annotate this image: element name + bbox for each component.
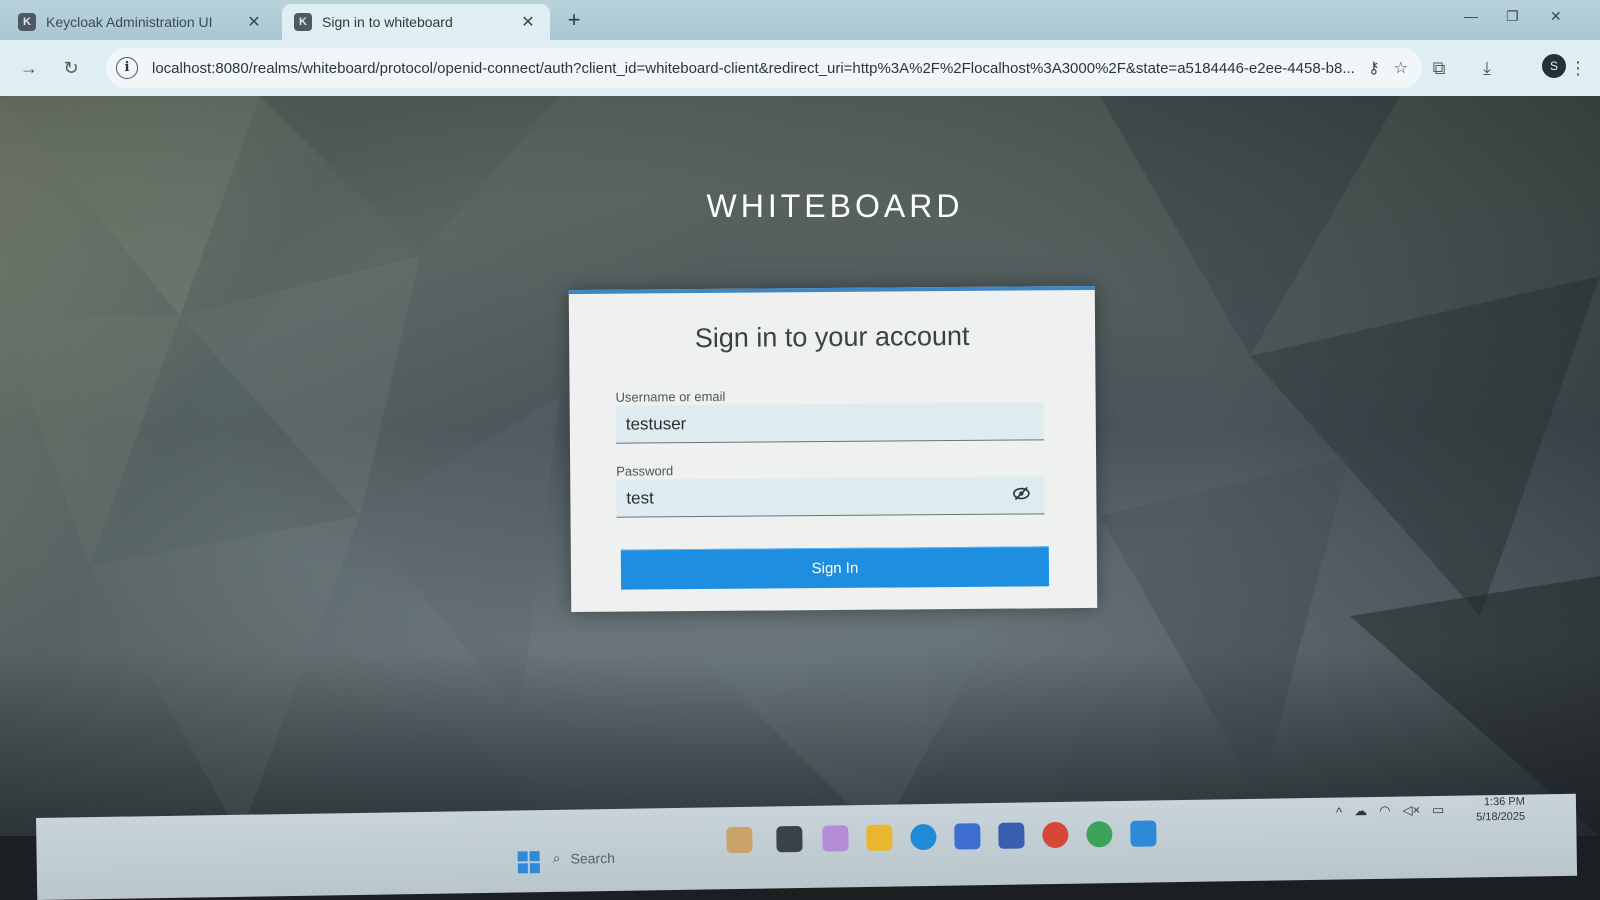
microsoft-store-icon[interactable] <box>954 823 981 850</box>
chrome-profile-icon[interactable] <box>1086 821 1113 848</box>
chrome-icon[interactable] <box>1042 821 1069 849</box>
address-bar[interactable]: i localhost:8080/realms/whiteboard/proto… <box>106 48 1422 88</box>
realm-brand-title: WHITEBOARD <box>706 188 964 224</box>
login-page: WHITEBOARD Sign in to your account Usern… <box>0 96 1600 836</box>
taskbar-clock[interactable]: 1:36 PM 5/18/2025 <box>1476 795 1525 826</box>
clock-date: 5/18/2025 <box>1476 810 1526 824</box>
vscode-icon[interactable] <box>1130 820 1157 847</box>
tab-title: Sign in to whiteboard <box>322 14 453 30</box>
copilot-icon[interactable] <box>822 825 849 852</box>
windows-start-icon[interactable] <box>517 850 541 874</box>
tab-sign-in-whiteboard[interactable]: K Sign in to whiteboard ✕ <box>282 4 550 40</box>
close-window-icon[interactable]: ✕ <box>1550 8 1562 25</box>
wifi-icon[interactable]: ◠ <box>1379 803 1391 819</box>
edge-browser-icon[interactable] <box>910 823 937 851</box>
chevron-up-icon[interactable]: ^ <box>1336 804 1342 819</box>
menu-kebab-icon[interactable]: ⋮ <box>1566 53 1590 83</box>
password-key-icon[interactable]: ⚷ <box>1368 58 1380 78</box>
extensions-icon[interactable]: ⧉ <box>1424 53 1454 83</box>
login-card: Sign in to your account Username or emai… <box>568 285 1098 613</box>
tab-keycloak-admin[interactable]: K Keycloak Administration UI ✕ <box>6 4 276 40</box>
password-field[interactable]: test <box>616 476 1045 518</box>
new-tab-button[interactable]: + <box>560 6 588 34</box>
close-tab-icon[interactable]: ✕ <box>518 12 538 32</box>
file-explorer-icon[interactable] <box>866 824 893 851</box>
task-view-icon[interactable] <box>776 825 803 853</box>
search-icon: ⌕ <box>552 849 561 866</box>
browser-toolbar: → ↻ i localhost:8080/realms/whiteboard/p… <box>0 40 1600 96</box>
url-text[interactable]: localhost:8080/realms/whiteboard/protoco… <box>152 60 1354 77</box>
site-info-icon[interactable]: i <box>116 57 138 79</box>
system-tray: ^ ☁ ◠ ◁× ▭ <box>1336 802 1445 820</box>
minimize-icon[interactable]: — <box>1464 8 1478 24</box>
username-value: testuser <box>625 413 687 434</box>
password-label: Password <box>616 463 674 479</box>
keycloak-favicon-icon: K <box>18 13 36 31</box>
taskbar-search[interactable]: ⌕ Search <box>553 849 615 867</box>
clock-time: 1:36 PM <box>1483 795 1525 809</box>
bookmark-star-icon[interactable]: ☆ <box>1394 58 1408 78</box>
password-value: test <box>626 487 654 508</box>
download-icon[interactable]: ⤓ <box>1472 53 1502 83</box>
sign-in-button[interactable]: Sign In <box>620 546 1050 590</box>
username-label: Username or email <box>615 388 726 405</box>
volume-muted-icon[interactable]: ◁× <box>1402 802 1420 818</box>
page-title: Sign in to your account <box>694 320 970 354</box>
tab-title: Keycloak Administration UI <box>46 14 213 30</box>
browser-tab-strip: K Keycloak Administration UI ✕ K Sign in… <box>0 0 1600 40</box>
weather-widget-icon[interactable] <box>726 826 753 854</box>
battery-icon[interactable]: ▭ <box>1432 802 1445 818</box>
profile-avatar[interactable]: S <box>1542 54 1566 78</box>
reload-icon[interactable]: ↻ <box>56 53 86 83</box>
username-field[interactable]: testuser <box>615 402 1044 444</box>
close-tab-icon[interactable]: ✕ <box>244 12 264 32</box>
restore-icon[interactable]: ❐ <box>1506 8 1519 25</box>
cloud-icon[interactable]: ☁ <box>1354 803 1367 819</box>
show-password-eye-icon[interactable] <box>1012 486 1030 501</box>
app-icon[interactable] <box>998 822 1025 849</box>
forward-icon[interactable]: → <box>14 53 44 83</box>
keycloak-favicon-icon: K <box>294 13 312 31</box>
taskbar-search-placeholder: Search <box>570 849 616 867</box>
